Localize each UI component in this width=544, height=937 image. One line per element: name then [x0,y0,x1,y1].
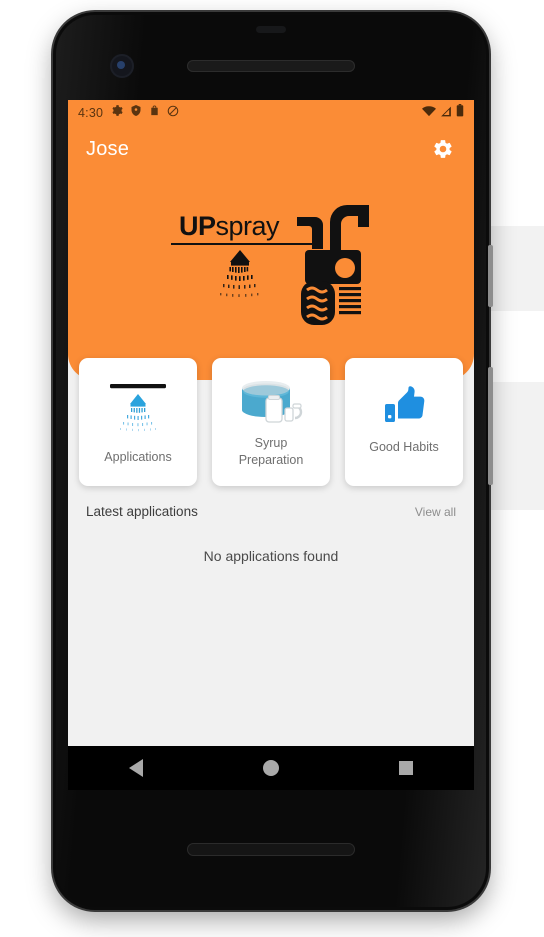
quick-action-cards: Applications Syrup Preparation Good Habi… [68,358,474,486]
logo-word-up: UP [179,211,216,241]
device-top-slot [256,26,286,33]
card-label-good-habits: Good Habits [369,440,439,454]
logo-spray-cone-icon [207,248,273,307]
wifi-icon [422,104,436,122]
sprayer-tractor-icon [283,195,371,330]
latest-applications-title: Latest applications [86,504,198,519]
bottom-speaker [187,843,355,856]
phone-device-frame: 4:30 Jose UPspray Applications Syrup Pre… [53,12,493,910]
volume-button[interactable] [488,367,493,485]
shield-icon [130,104,142,122]
settings-gear-icon[interactable] [430,136,456,162]
front-camera-icon [110,54,134,78]
logo-wordmark: UPspray [179,211,280,241]
battery-icon [456,103,464,122]
thumbs-up-icon [383,386,425,426]
page-title: Jose [86,137,130,160]
power-button[interactable] [488,245,493,307]
card-label-line2: Preparation [238,452,304,467]
home-icon[interactable] [249,746,293,790]
hero-banner: UPspray [68,173,474,380]
card-syrup-preparation[interactable]: Syrup Preparation [212,358,330,486]
earpiece-speaker [187,60,355,72]
card-label-applications: Applications [104,450,172,464]
latest-applications-header: Latest applications View all [68,504,474,519]
android-navigation-bar [68,746,474,790]
spray-nozzle-icon [107,382,169,432]
view-all-link[interactable]: View all [415,505,456,519]
app-logo: UPspray [171,191,371,356]
do-not-disturb-icon [167,104,179,122]
status-bar: 4:30 [68,100,474,125]
card-applications[interactable]: Applications [79,358,197,486]
card-label-line1: Syrup [254,436,288,450]
gear-icon [110,104,123,122]
phone-screen: 4:30 Jose UPspray Applications Syrup Pre… [68,100,474,790]
logo-word-spray: spray [215,211,280,241]
bag-icon [149,104,160,122]
status-bar-left: 4:30 [78,104,179,122]
empty-state-message: No applications found [203,548,339,564]
back-icon[interactable] [114,746,158,790]
status-time: 4:30 [78,105,104,120]
screenshot-stage: 4:30 Jose UPspray Applications Syrup Pre… [0,0,544,937]
app-bar: Jose [68,125,474,173]
status-bar-right [422,103,464,122]
cell-signal-icon [440,104,452,122]
recents-icon[interactable] [384,746,428,790]
card-label-syrup-preparation: Syrup Preparation [233,435,310,469]
card-good-habits[interactable]: Good Habits [345,358,463,486]
mixing-tank-icon [238,380,304,426]
